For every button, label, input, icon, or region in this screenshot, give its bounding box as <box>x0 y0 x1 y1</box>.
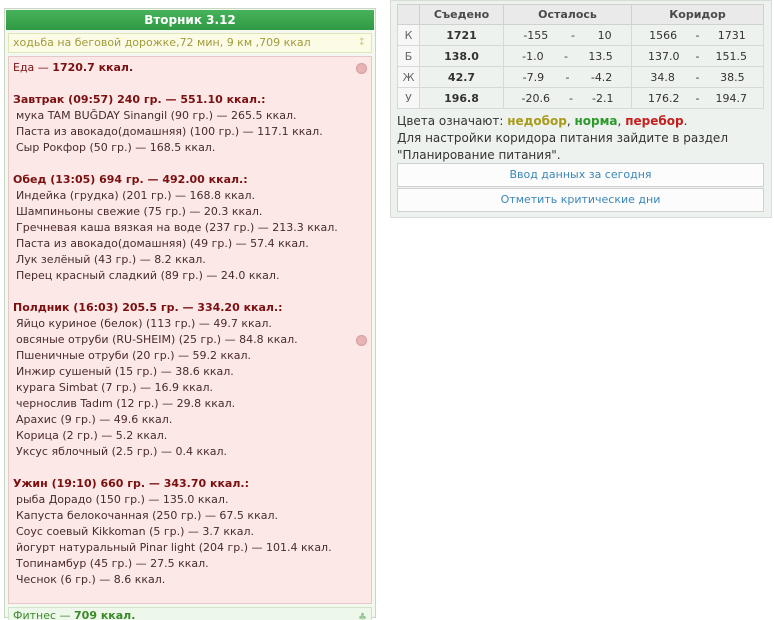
meal-item: Яйцо куриное (белок) (113 гр.) — 49.7 кк… <box>16 317 272 330</box>
summary-row: Ж 42.7 -7.9- -4.2 34.8-38.5 <box>397 66 764 88</box>
meal-item: курага Simbat (7 гр.) — 16.9 ккал. <box>16 381 214 394</box>
day-panel: Вторник 3.12 ходьба на беговой дорожке,7… <box>4 8 376 620</box>
leaf-icon: ♣ <box>358 612 367 620</box>
food-log: Еда — 1720.7 ккал. Завтрак (09:57) 240 г… <box>8 56 372 604</box>
meal-title: Обед (13:05) 694 гр. — 492.00 ккал.: <box>13 173 248 186</box>
meal-item: Пшеничные отруби (20 гр.) — 59.2 ккал. <box>16 349 252 362</box>
column-eaten: Съедено <box>419 4 504 25</box>
food-total-value: 1720.7 ккал. <box>52 61 134 74</box>
summary-row: К 1721 -155-10 1566-1731 <box>397 24 764 46</box>
legend-norm: норма <box>574 114 618 128</box>
meal-item: рыба Дорадо (150 гр.) — 135.0 ккал. <box>16 493 229 506</box>
meal-title: Ужин (19:10) 660 гр. — 343.70 ккал.: <box>13 477 249 490</box>
activity-text: ходьба на беговой дорожке,72 мин, 9 км ,… <box>13 36 311 49</box>
nutrient-label: Ж <box>397 66 420 88</box>
meal-item: Паста из авокадо(домашняя) (49 гр.) — 57… <box>16 237 309 250</box>
eaten-value: 42.7 <box>419 66 504 88</box>
meal-item: Гречневая каша вязкая на воде (237 гр.) … <box>16 221 338 234</box>
snack-marker-icon <box>356 335 367 346</box>
legend-under: недобор <box>507 114 567 128</box>
meal-item: йогурт натуральный Pinar light (204 гр.)… <box>16 541 332 554</box>
day-title: Вторник 3.12 <box>6 10 374 30</box>
remaining-range: -1.0-13.5 <box>503 45 632 67</box>
meal-item: Соус соевый Kikkoman (5 гр.) — 3.7 ккал. <box>16 525 254 538</box>
meal-item: Уксус яблочный (2.5 гр.) — 0.4 ккал. <box>16 445 228 458</box>
legend-prefix: Цвета означают: <box>397 114 504 128</box>
fitness-value: 709 ккал. <box>74 609 136 620</box>
meal-item: овсяные отруби (RU-SHEIM) (25 гр.) — 84.… <box>16 333 298 346</box>
scroll-icon: ↕ <box>357 37 366 48</box>
corridor-hint: Для настройки коридора питания зайдите в… <box>397 131 728 162</box>
remaining-range: -155-10 <box>503 24 632 46</box>
meal-item: Корица (2 гр.) — 5.2 ккал. <box>16 429 168 442</box>
fitness-entry[interactable]: Фитнес — 709 ккал. ♣ <box>8 607 372 620</box>
meal-item: Топинамбур (45 гр.) — 27.5 ккал. <box>16 557 209 570</box>
meal-item: Паста из авокадо(домашняя) (100 гр.) — 1… <box>16 125 323 138</box>
mark-critical-days-button[interactable]: Отметить критические дни <box>397 188 764 212</box>
fitness-label: Фитнес — <box>13 609 71 620</box>
meal-item: Шампиньоны свежие (75 гр.) — 20.3 ккал. <box>16 205 263 218</box>
color-legend: Цвета означают: недобор, норма, перебор.… <box>397 113 767 164</box>
food-total: Еда — 1720.7 ккал. <box>13 61 371 74</box>
meal-block: Ужин (19:10) 660 гр. — 343.70 ккал.: рыба… <box>13 476 371 588</box>
corridor-range: 176.2-194.7 <box>631 87 764 109</box>
summary-row: Б 138.0 -1.0-13.5 137.0-151.5 <box>397 45 764 67</box>
meal-title: Завтрак (09:57) 240 гр. — 551.10 ккал.: <box>13 93 266 106</box>
corridor-range: 34.8-38.5 <box>631 66 764 88</box>
meal-item: Индейка (грудка) (201 гр.) — 168.8 ккал. <box>16 189 256 202</box>
activity-entry[interactable]: ходьба на беговой дорожке,72 мин, 9 км ,… <box>8 33 372 53</box>
meal-item: Инжир сушеный (15 гр.) — 38.6 ккал. <box>16 365 234 378</box>
enter-today-button[interactable]: Ввод данных за сегодня <box>397 163 764 187</box>
meal-title: Полдник (16:03) 205.5 гр. — 334.20 ккал.… <box>13 301 283 314</box>
nutrient-label: Б <box>397 45 420 67</box>
meal-item: Лук зелёный (43 гр.) — 8.2 ккал. <box>16 253 206 266</box>
food-marker-icon <box>356 63 367 74</box>
meal-list: Завтрак (09:57) 240 гр. — 551.10 ккал.: м… <box>13 92 371 588</box>
remaining-range: -7.9- -4.2 <box>503 66 632 88</box>
meal-block: Обед (13:05) 694 гр. — 492.00 ккал.: Инде… <box>13 172 371 284</box>
meal-item: мука TAM BUĞDAY Sinangil (90 гр.) — 265.… <box>16 109 297 122</box>
corridor-range: 137.0-151.5 <box>631 45 764 67</box>
meal-block: Полдник (16:03) 205.5 гр. — 334.20 ккал.… <box>13 300 371 460</box>
corridor-range: 1566-1731 <box>631 24 764 46</box>
summary-row: У 196.8 -20.6- -2.1 176.2-194.7 <box>397 87 764 109</box>
meal-item: Чеснок (6 гр.) — 8.6 ккал. <box>16 573 166 586</box>
meal-item: Сыр Рокфор (50 гр.) — 168.5 ккал. <box>16 141 216 154</box>
eaten-value: 1721 <box>419 24 504 46</box>
column-corridor: Коридор <box>631 4 764 25</box>
legend-over: перебор <box>625 114 684 128</box>
summary-panel: Съедено Осталось Коридор К 1721 -155-10 156… <box>390 0 772 218</box>
table-corner <box>397 4 420 25</box>
meal-item: чернослив Tadım (12 гр.) — 29.8 ккал. <box>16 397 236 410</box>
eaten-value: 138.0 <box>419 45 504 67</box>
nutrient-label: К <box>397 24 420 46</box>
meal-item: Капуста белокочанная (250 гр.) — 67.5 кк… <box>16 509 278 522</box>
column-left: Осталось <box>503 4 632 25</box>
meal-block: Завтрак (09:57) 240 гр. — 551.10 ккал.: м… <box>13 92 371 156</box>
food-total-label: Еда — <box>13 61 49 74</box>
meal-item: Арахис (9 гр.) — 49.6 ккал. <box>16 413 173 426</box>
nutrient-label: У <box>397 87 420 109</box>
meal-item: Перец красный сладкий (89 гр.) — 24.0 кк… <box>16 269 280 282</box>
nutrition-summary-table: Съедено Осталось Коридор К 1721 -155-10 156… <box>397 4 764 109</box>
remaining-range: -20.6- -2.1 <box>503 87 632 109</box>
eaten-value: 196.8 <box>419 87 504 109</box>
